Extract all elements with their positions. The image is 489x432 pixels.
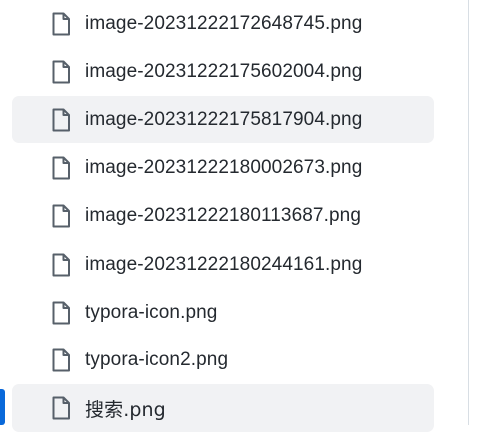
file-name: image-20231222180244161.png: [85, 253, 363, 275]
file-tree-item[interactable]: typora-icon.png: [12, 289, 434, 336]
file-tree: image-20231222172648745.png image-202312…: [0, 0, 489, 432]
file-icon: [50, 252, 72, 278]
file-icon: [50, 107, 72, 133]
file-name: image-20231222172648745.png: [85, 12, 363, 34]
file-icon: [50, 59, 72, 85]
file-icon: [50, 203, 72, 229]
file-tree-item[interactable]: image-20231222175602004.png: [12, 48, 434, 95]
file-tree-item[interactable]: image-20231222180113687.png: [12, 192, 434, 239]
file-icon: [50, 347, 72, 373]
file-tree-item[interactable]: image-20231222180002673.png: [12, 144, 434, 191]
file-name: typora-icon2.png: [85, 348, 229, 370]
file-icon: [50, 11, 72, 37]
file-tree-item[interactable]: image-20231222175817904.png: [12, 96, 434, 143]
file-name: image-20231222180113687.png: [85, 204, 361, 226]
file-name: image-20231222180002673.png: [85, 156, 363, 178]
file-name: 搜索.png: [85, 398, 166, 421]
file-name: image-20231222175602004.png: [85, 60, 363, 82]
file-tree-item[interactable]: image-20231222172648745.png: [12, 0, 434, 47]
file-tree-item[interactable]: typora-icon2.png: [12, 336, 434, 383]
file-name: typora-icon.png: [85, 301, 218, 323]
file-icon: [50, 300, 72, 326]
file-tree-item[interactable]: image-20231222180244161.png: [12, 241, 434, 288]
active-item-indicator: [0, 389, 5, 425]
panel-divider: [468, 0, 469, 425]
file-name: image-20231222175817904.png: [85, 108, 363, 130]
file-icon: [50, 395, 72, 421]
file-icon: [50, 155, 72, 181]
